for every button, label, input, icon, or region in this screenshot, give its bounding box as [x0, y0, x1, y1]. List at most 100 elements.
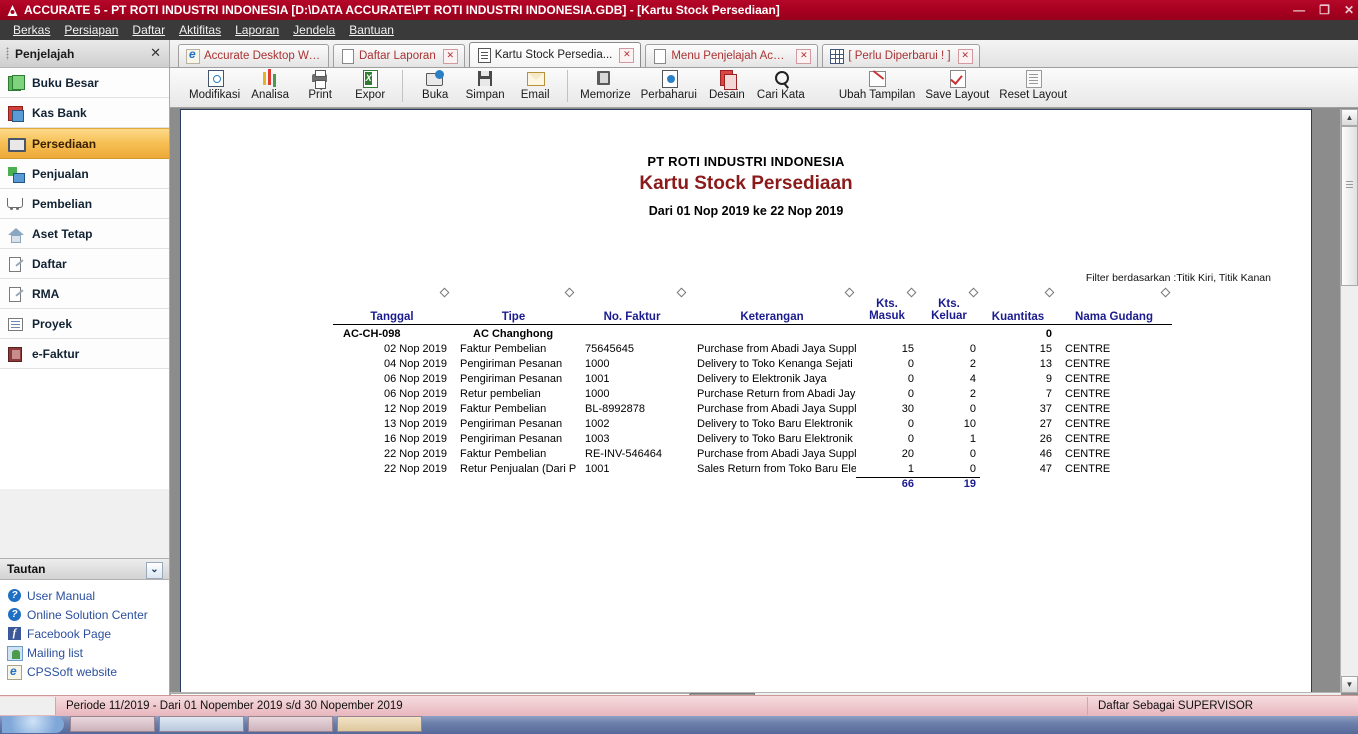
start-button[interactable]: [2, 716, 64, 733]
sidebar-item-e-faktur[interactable]: e-Faktur: [0, 339, 169, 369]
sort-marker-kts-masuk[interactable]: [856, 287, 918, 298]
table-row[interactable]: 22 Nop 2019 Faktur Pembelian RE-INV-5464…: [333, 445, 1283, 460]
sort-marker-tipe[interactable]: [451, 287, 576, 298]
link-item-user-manual[interactable]: ? User Manual: [0, 586, 169, 605]
column-header-kts-keluar[interactable]: Kts. Keluar: [918, 298, 980, 325]
menu-item-laporan[interactable]: Laporan: [228, 21, 286, 39]
sidebar-label-pembelian: Pembelian: [32, 196, 93, 211]
memorize-button[interactable]: Memorize: [575, 68, 635, 108]
tab-close-icon[interactable]: ✕: [796, 48, 812, 64]
table-row[interactable]: 06 Nop 2019 Pengiriman Pesanan 1001 Deli…: [333, 370, 1283, 385]
header-label-line1: Kts.: [938, 298, 960, 310]
chevron-down-icon[interactable]: ⌄: [146, 562, 163, 579]
vertical-scroll-thumb[interactable]: [1341, 126, 1358, 286]
sidebar-item-daftar[interactable]: Daftar: [0, 249, 169, 279]
minimize-button[interactable]: —: [1293, 0, 1305, 20]
analisa-button[interactable]: Analisa: [245, 68, 295, 108]
link-item-cpssoft-website[interactable]: CPSSoft website: [0, 662, 169, 681]
tab-perlu-diperbarui[interactable]: [ Perlu Diperbarui ! ] ✕: [822, 44, 980, 67]
sidebar-item-pembelian[interactable]: Pembelian: [0, 189, 169, 219]
sidebar-label-daftar: Daftar: [32, 256, 67, 271]
sidebar-item-persediaan[interactable]: Persediaan: [0, 128, 169, 159]
taskbar-item[interactable]: [337, 716, 422, 732]
cell-gudang: CENTRE: [1065, 343, 1111, 355]
perbaharui-button[interactable]: Perbaharui: [636, 68, 702, 108]
sidebar-item-proyek[interactable]: Proyek: [0, 309, 169, 339]
column-header-kts-masuk[interactable]: Kts. Masuk: [856, 298, 918, 325]
table-row[interactable]: 06 Nop 2019 Retur pembelian 1000 Purchas…: [333, 385, 1283, 400]
taskbar-item[interactable]: [248, 716, 333, 732]
column-header-tipe[interactable]: Tipe: [451, 298, 576, 325]
link-item-online-solution-center[interactable]: ? Online Solution Center: [0, 605, 169, 624]
taskbar-item[interactable]: [159, 716, 244, 732]
cell-masuk: 0: [907, 373, 914, 385]
table-row[interactable]: 13 Nop 2019 Pengiriman Pesanan 1002 Deli…: [333, 415, 1283, 430]
buka-button[interactable]: Buka: [410, 68, 460, 108]
menu-item-berkas[interactable]: Berkas: [6, 21, 57, 39]
modifikasi-button[interactable]: Modifikasi: [184, 68, 245, 108]
close-button[interactable]: ✕: [1344, 0, 1354, 20]
search-icon: [771, 70, 791, 88]
scroll-down-arrow-icon[interactable]: ▼: [1341, 676, 1358, 693]
cari-kata-button[interactable]: Cari Kata: [752, 68, 810, 108]
table-row[interactable]: 04 Nop 2019 Pengiriman Pesanan 1000 Deli…: [333, 355, 1283, 370]
column-header-kuantitas[interactable]: Kuantitas: [980, 298, 1056, 325]
sidebar-item-aset-tetap[interactable]: Aset Tetap: [0, 219, 169, 249]
maximize-button[interactable]: ❐: [1319, 0, 1330, 20]
link-label-user-manual[interactable]: User Manual: [27, 589, 95, 603]
column-header-keterangan[interactable]: Keterangan: [688, 298, 856, 325]
reset-layout-button[interactable]: Reset Layout: [994, 68, 1072, 108]
menu-item-bantuan[interactable]: Bantuan: [342, 21, 401, 39]
tab-accurate-desktop-welcome[interactable]: Accurate Desktop Wel...: [178, 44, 329, 67]
link-item-mailing-list[interactable]: Mailing list: [0, 643, 169, 662]
cell-tanggal: 12 Nop 2019: [384, 403, 447, 415]
table-row[interactable]: 12 Nop 2019 Faktur Pembelian BL-8992878 …: [333, 400, 1283, 415]
report-vertical-scrollbar[interactable]: ▲ ▼: [1340, 109, 1358, 693]
email-button[interactable]: Email: [510, 68, 560, 108]
simpan-button[interactable]: Simpan: [460, 68, 510, 108]
tab-close-icon[interactable]: ✕: [619, 47, 635, 63]
sidebar-item-buku-besar[interactable]: Buku Besar: [0, 68, 169, 98]
menu-item-daftar[interactable]: Daftar: [125, 21, 172, 39]
save-layout-button[interactable]: Save Layout: [920, 68, 994, 108]
taskbar-item[interactable]: [70, 716, 155, 732]
link-label-online-solution-center[interactable]: Online Solution Center: [27, 608, 148, 622]
links-section-header[interactable]: Tautan ⌄: [0, 558, 169, 580]
sidebar-item-kas-bank[interactable]: Kas Bank: [0, 98, 169, 128]
link-label-mailing-list[interactable]: Mailing list: [27, 646, 83, 660]
sort-marker-no-faktur[interactable]: [576, 287, 688, 298]
menu-item-aktifitas[interactable]: Aktifitas: [172, 21, 228, 39]
sort-marker-nama-gudang[interactable]: [1056, 287, 1172, 298]
menu-item-persiapan[interactable]: Persiapan: [57, 21, 125, 39]
expor-button[interactable]: Expor: [345, 68, 395, 108]
explorer-close-icon[interactable]: ✕: [150, 45, 161, 61]
ubah-tampilan-button[interactable]: Ubah Tampilan: [834, 68, 921, 108]
sort-marker-tanggal[interactable]: [333, 287, 451, 298]
tab-close-icon[interactable]: ✕: [442, 48, 458, 64]
link-label-facebook-page[interactable]: Facebook Page: [27, 627, 111, 641]
drag-grip-icon[interactable]: [6, 47, 9, 60]
scroll-up-arrow-icon[interactable]: ▲: [1341, 109, 1358, 126]
sidebar-item-penjualan[interactable]: Penjualan: [0, 159, 169, 189]
table-row[interactable]: 22 Nop 2019 Retur Penjualan (Dari Pesana…: [333, 460, 1283, 475]
tab-close-icon[interactable]: ✕: [957, 48, 973, 64]
desain-button[interactable]: Desain: [702, 68, 752, 108]
column-header-tanggal[interactable]: Tanggal: [333, 298, 451, 325]
tab-kartu-stock-persediaan[interactable]: Kartu Stock Persedia... ✕: [468, 42, 642, 67]
tab-daftar-laporan[interactable]: Daftar Laporan ✕: [333, 44, 465, 67]
sort-marker-kuantitas[interactable]: [980, 287, 1056, 298]
sidebar-label-rma: RMA: [32, 286, 60, 301]
column-header-no-faktur[interactable]: No. Faktur: [576, 298, 688, 325]
menu-item-jendela[interactable]: Jendela: [286, 21, 342, 39]
sort-marker-keterangan[interactable]: [688, 287, 856, 298]
report-canvas[interactable]: PT ROTI INDUSTRI INDONESIA Kartu Stock P…: [180, 109, 1312, 695]
sort-marker-kts-keluar[interactable]: [918, 287, 980, 298]
column-header-nama-gudang[interactable]: Nama Gudang: [1056, 298, 1172, 325]
table-row[interactable]: 16 Nop 2019 Pengiriman Pesanan 1003 Deli…: [333, 430, 1283, 445]
tab-menu-penjelajah-accurate[interactable]: Menu Penjelajah Accu... ✕: [645, 44, 819, 67]
link-item-facebook-page[interactable]: f Facebook Page: [0, 624, 169, 643]
table-row[interactable]: 02 Nop 2019 Faktur Pembelian 75645645 Pu…: [333, 340, 1283, 355]
print-button[interactable]: Print: [295, 68, 345, 108]
link-label-cpssoft-website[interactable]: CPSSoft website: [27, 665, 117, 679]
sidebar-item-rma[interactable]: RMA: [0, 279, 169, 309]
